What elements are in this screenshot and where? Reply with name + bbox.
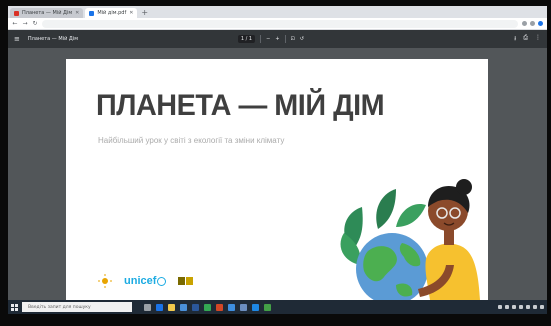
page-subheading: Найбільший урок у світі з екології та зм… xyxy=(98,136,285,145)
tab-favicon-icon xyxy=(89,10,95,16)
file-explorer-icon[interactable] xyxy=(168,303,175,311)
leaf-shape xyxy=(396,203,426,227)
taskbar: Введіть запит для пошуку xyxy=(8,300,547,314)
app-icon[interactable] xyxy=(252,303,259,311)
tray-icon[interactable] xyxy=(512,305,516,309)
partner-logos: unicef xyxy=(98,274,194,288)
page-indicator[interactable]: 1 / 1 xyxy=(237,35,256,43)
tab-strip: Планета — Мій Дім ✕ Мій дім.pdf ✕ + xyxy=(8,6,547,18)
extensions-icon[interactable] xyxy=(530,21,535,26)
close-tab-icon[interactable]: ✕ xyxy=(129,10,133,16)
child-holding-globe-illustration xyxy=(340,179,480,300)
document-area[interactable]: ПЛАНЕТА — МІЙ ДІМ Найбільший урок у світ… xyxy=(8,48,547,300)
notification-icon[interactable] xyxy=(540,305,544,309)
zoom-out-icon[interactable]: − xyxy=(266,36,270,42)
pdf-page: ПЛАНЕТА — МІЙ ДІМ Найбільший урок у світ… xyxy=(66,59,488,300)
browser-tab[interactable]: Планета — Мій Дім ✕ xyxy=(10,8,84,18)
unicef-wordmark: unicef xyxy=(124,275,157,287)
taskbar-search-input[interactable]: Введіть запит для пошуку xyxy=(22,302,132,312)
menu-icon[interactable]: ≡ xyxy=(14,35,20,43)
profile-avatar[interactable] xyxy=(538,21,543,26)
powerpoint-icon[interactable] xyxy=(216,303,223,311)
unicef-logo: unicef xyxy=(124,275,167,287)
more-options-icon[interactable]: ⋮ xyxy=(535,34,541,44)
back-icon[interactable]: ← xyxy=(12,20,18,27)
tab-label: Мій дім.pdf xyxy=(97,10,127,16)
volume-icon[interactable] xyxy=(526,305,530,309)
system-tray xyxy=(498,305,544,309)
chrome-icon[interactable] xyxy=(204,303,211,311)
store-icon[interactable] xyxy=(180,303,187,311)
tray-icon[interactable] xyxy=(505,305,509,309)
unicef-globe-icon xyxy=(157,276,167,286)
screen: Планета — Мій Дім ✕ Мій дім.pdf ✕ + ← → … xyxy=(8,6,547,314)
url-input[interactable] xyxy=(42,19,518,28)
language-icon[interactable] xyxy=(533,305,537,309)
app-icon[interactable] xyxy=(264,303,271,311)
task-view-icon[interactable] xyxy=(144,303,151,311)
fit-page-icon[interactable]: ⊡ xyxy=(291,36,295,42)
close-tab-icon[interactable]: ✕ xyxy=(75,10,79,16)
reload-icon[interactable]: ↻ xyxy=(32,20,38,27)
tray-icon[interactable] xyxy=(498,305,502,309)
network-icon[interactable] xyxy=(519,305,523,309)
new-tab-button[interactable]: + xyxy=(141,8,148,18)
forward-icon[interactable]: → xyxy=(22,20,28,27)
partner-logo-sun-icon xyxy=(98,274,112,288)
tab-favicon-icon xyxy=(14,10,19,16)
zoom-in-icon[interactable]: + xyxy=(275,36,279,42)
print-icon[interactable]: ⎙ xyxy=(523,34,528,44)
partner-logo-badge-icon xyxy=(178,277,194,285)
leaf-shape xyxy=(376,189,396,229)
download-icon[interactable]: ⭳ xyxy=(514,34,516,44)
browser-tab-active[interactable]: Мій дім.pdf ✕ xyxy=(85,8,138,18)
edge-icon[interactable] xyxy=(156,303,163,311)
tab-label: Планета — Мій Дім xyxy=(22,10,73,16)
page-heading: ПЛАНЕТА — МІЙ ДІМ xyxy=(96,89,385,122)
address-bar: ← → ↻ xyxy=(8,18,547,30)
app-icon[interactable] xyxy=(240,303,247,311)
rotate-icon[interactable]: ↺ xyxy=(300,36,304,42)
pdf-toolbar: ≡ Планета — Мій Дім 1 / 1 − + ⊡ ↺ ⭳ ⎙ ⋮ xyxy=(8,30,547,48)
divider xyxy=(260,35,262,43)
divider xyxy=(284,35,286,43)
start-button[interactable] xyxy=(11,303,18,311)
word-icon[interactable] xyxy=(192,303,199,311)
bookmark-icon[interactable] xyxy=(522,21,527,26)
app-icon[interactable] xyxy=(228,303,235,311)
taskbar-apps xyxy=(144,303,271,311)
pdf-title: Планета — Мій Дім xyxy=(27,36,79,42)
hair-bun-shape xyxy=(456,179,472,195)
